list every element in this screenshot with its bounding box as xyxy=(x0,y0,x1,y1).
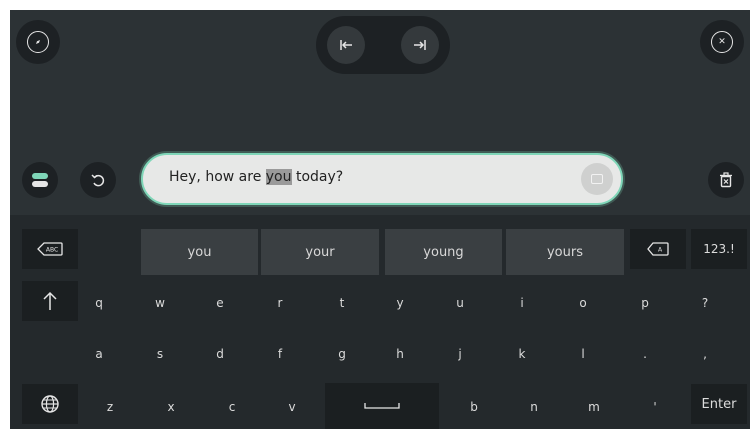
close-circle-icon: ✕ xyxy=(711,31,733,53)
trash-icon xyxy=(720,172,732,188)
key-2-9[interactable]: . xyxy=(621,334,669,374)
key-1-3[interactable]: r xyxy=(256,283,304,323)
jump-to-end-button[interactable] xyxy=(401,26,439,64)
key-2-0[interactable]: a xyxy=(75,334,123,374)
key-1-4[interactable]: t xyxy=(318,283,366,323)
message-input[interactable]: Hey, how are you today? xyxy=(141,153,623,205)
message-text: Hey, how are you today? xyxy=(169,169,344,185)
key-3-3[interactable]: v xyxy=(268,387,316,427)
suggestion-2[interactable]: your xyxy=(261,229,379,275)
suggestion-4[interactable]: yours xyxy=(506,229,624,275)
key-2-7[interactable]: k xyxy=(498,334,546,374)
toggle-icon xyxy=(32,173,48,187)
globe-icon xyxy=(41,395,59,413)
key-3-4[interactable]: b xyxy=(450,387,498,427)
key-1-8[interactable]: o xyxy=(559,283,607,323)
key-3-0[interactable]: z xyxy=(86,387,134,427)
abc-backspace-key[interactable]: ABC xyxy=(22,229,78,269)
backspace-icon: A xyxy=(647,242,669,256)
space-icon xyxy=(364,403,400,409)
key-1-5[interactable]: y xyxy=(376,283,424,323)
key-2-8[interactable]: l xyxy=(559,334,607,374)
key-3-5[interactable]: n xyxy=(510,387,558,427)
key-1-0[interactable]: q xyxy=(75,283,123,323)
clear-text-button[interactable] xyxy=(708,162,744,198)
key-2-1[interactable]: s xyxy=(136,334,184,374)
key-2-10[interactable]: , xyxy=(681,334,729,374)
shift-arrow-icon xyxy=(43,291,57,310)
jump-to-start-button[interactable] xyxy=(327,26,365,64)
spacebar-key[interactable] xyxy=(325,383,439,429)
suggestion-1[interactable]: you xyxy=(141,229,258,275)
key-2-5[interactable]: h xyxy=(376,334,424,374)
key-1-6[interactable]: u xyxy=(436,283,484,323)
language-key[interactable] xyxy=(22,384,78,424)
key-2-4[interactable]: g xyxy=(318,334,366,374)
backspace-abc-icon: ABC xyxy=(37,242,63,256)
key-1-2[interactable]: e xyxy=(196,283,244,323)
key-3-6[interactable]: m xyxy=(570,387,618,427)
send-button[interactable] xyxy=(581,163,613,195)
navigation-pill xyxy=(316,16,450,74)
compass-icon xyxy=(27,31,49,53)
key-2-3[interactable]: f xyxy=(256,334,304,374)
key-3-2[interactable]: c xyxy=(208,387,256,427)
numbers-mode-key[interactable]: 123.! xyxy=(691,229,747,269)
key-1-9[interactable]: p xyxy=(621,283,669,323)
key-1-7[interactable]: i xyxy=(498,283,546,323)
suggestion-3[interactable]: young xyxy=(385,229,502,275)
undo-button[interactable] xyxy=(80,162,116,198)
toggle-layout-button[interactable] xyxy=(22,162,58,198)
close-button[interactable]: ✕ xyxy=(700,20,744,64)
send-icon xyxy=(591,174,603,184)
keyboard-app: ✕ Hey, how are you today? ABC you your y… xyxy=(10,10,750,429)
key-1-1[interactable]: w xyxy=(136,283,184,323)
highlighted-word: you xyxy=(265,169,292,185)
backspace-key[interactable]: A xyxy=(630,229,686,269)
compass-button[interactable] xyxy=(16,20,60,64)
key-3-7[interactable]: ' xyxy=(631,387,679,427)
svg-text:ABC: ABC xyxy=(46,247,58,254)
undo-icon xyxy=(91,174,105,187)
key-2-6[interactable]: j xyxy=(436,334,484,374)
key-3-1[interactable]: x xyxy=(147,387,195,427)
enter-key[interactable]: Enter xyxy=(691,384,747,424)
jump-to-start-icon xyxy=(340,40,352,50)
key-1-10[interactable]: ? xyxy=(681,283,729,323)
shift-key[interactable] xyxy=(22,281,78,321)
svg-text:A: A xyxy=(658,247,663,254)
key-2-2[interactable]: d xyxy=(196,334,244,374)
jump-to-end-icon xyxy=(414,40,426,50)
top-panel: ✕ Hey, how are you today? xyxy=(10,10,750,215)
